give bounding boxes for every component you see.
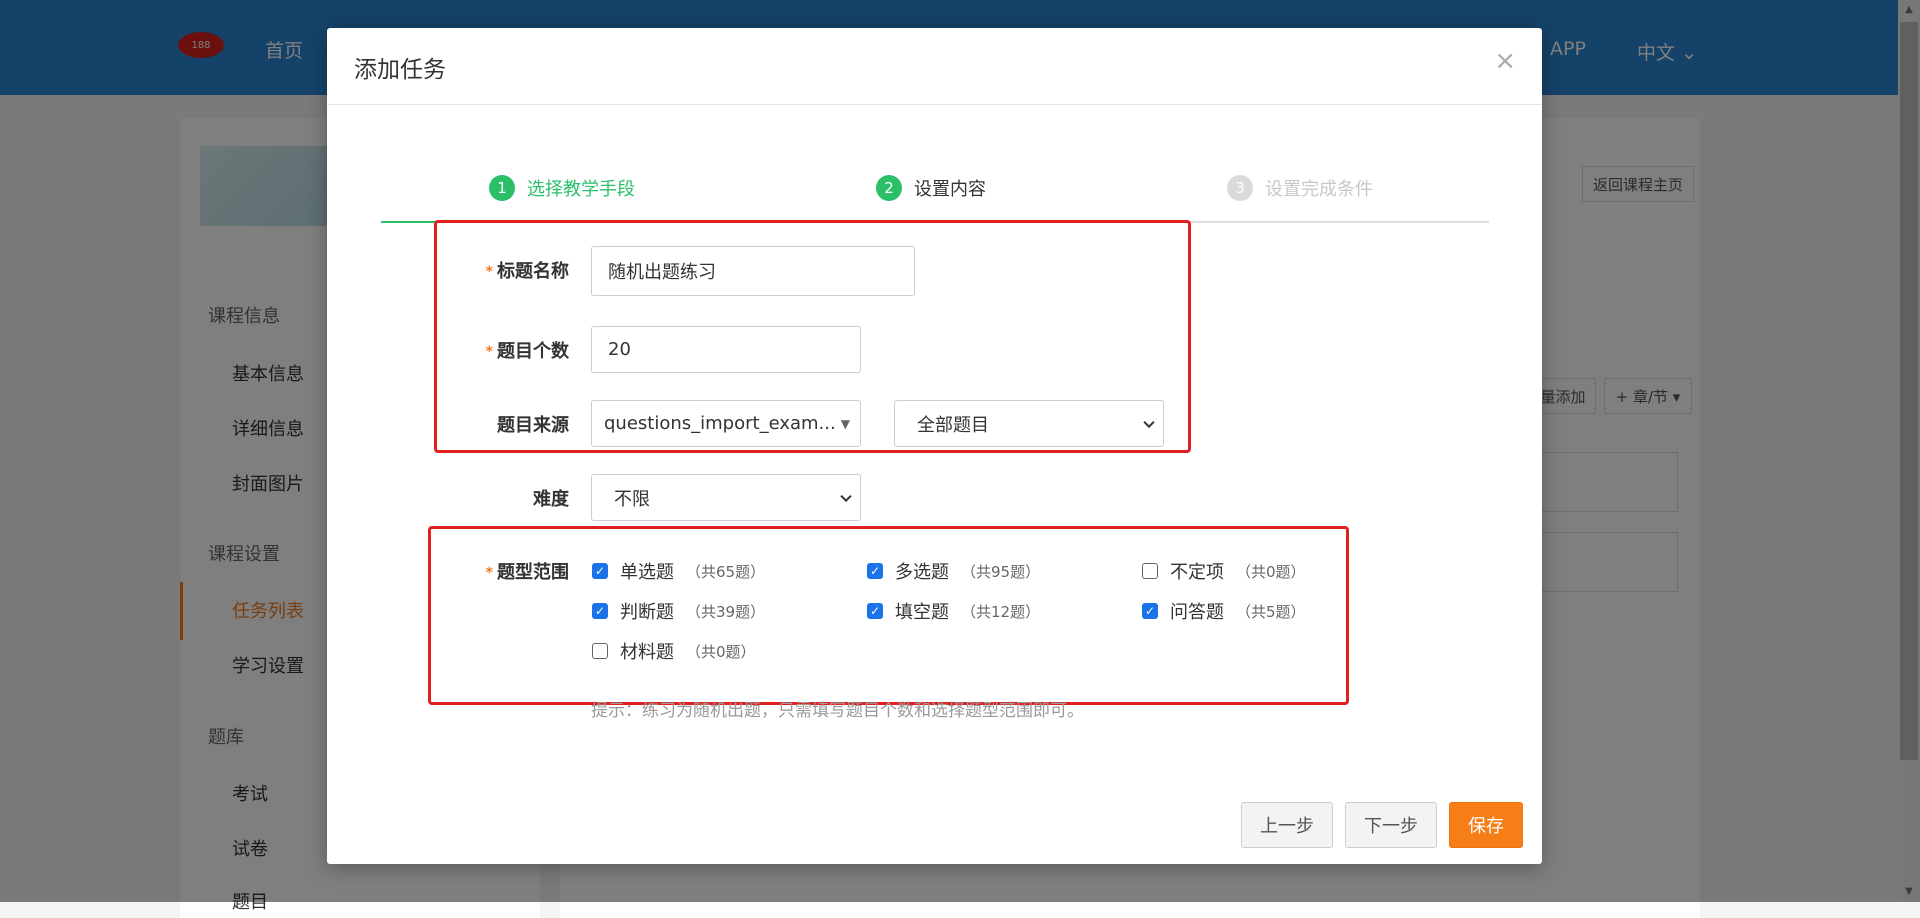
step-1[interactable]: 1 选择教学手段 <box>489 175 635 201</box>
checkbox-checked-icon[interactable]: ✓ <box>1142 603 1158 619</box>
question-count-label: * 题目个数 <box>409 337 569 363</box>
type-option-count: （共5题） <box>1236 602 1306 621</box>
checkbox-checked-icon[interactable]: ✓ <box>867 563 883 579</box>
type-checkbox-essay[interactable]: ✓ 问答题 （共5题） <box>1142 598 1306 624</box>
chevron-down-icon <box>840 490 852 502</box>
required-mark: * <box>485 264 493 280</box>
next-step-button[interactable]: 下一步 <box>1345 802 1437 848</box>
type-option-count: （共95题） <box>961 562 1041 581</box>
question-scope-value: 全部题目 <box>917 414 989 436</box>
required-mark: * <box>485 565 493 581</box>
step-label: 设置内容 <box>914 179 986 200</box>
question-count-input[interactable]: 20 <box>591 326 861 373</box>
checkbox-checked-icon[interactable]: ✓ <box>867 603 883 619</box>
modal-title: 添加任务 <box>354 57 446 83</box>
type-option-label: 问答题 <box>1170 602 1224 623</box>
type-checkbox-indefinite[interactable]: 不定项 （共0题） <box>1142 558 1306 584</box>
question-source-label: 题目来源 <box>497 415 569 436</box>
difficulty-value: 不限 <box>614 488 650 510</box>
step-number: 1 <box>489 175 515 201</box>
step-2[interactable]: 2 设置内容 <box>876 175 986 201</box>
step-number: 3 <box>1227 175 1253 201</box>
checkbox-checked-icon[interactable]: ✓ <box>592 603 608 619</box>
save-button[interactable]: 保存 <box>1449 802 1523 848</box>
question-bank-value: questions_import_exam... <box>604 413 836 434</box>
type-option-label: 判断题 <box>620 602 674 623</box>
checkbox-checked-icon[interactable]: ✓ <box>592 563 608 579</box>
type-option-count: （共65题） <box>686 562 766 581</box>
type-option-label: 不定项 <box>1170 562 1224 583</box>
modal-header-divider <box>327 104 1542 105</box>
type-checkbox-multiple-choice[interactable]: ✓ 多选题 （共95题） <box>867 558 1040 584</box>
difficulty-label: 难度 <box>533 489 569 510</box>
difficulty-select[interactable]: 不限 <box>591 474 861 521</box>
type-option-count: （共12题） <box>961 602 1041 621</box>
checkbox-unchecked-icon[interactable] <box>1142 563 1158 579</box>
type-option-label: 材料题 <box>620 642 674 663</box>
step-progress: 1 选择教学手段 2 设置内容 3 设置完成条件 <box>381 146 1489 226</box>
required-mark: * <box>485 344 493 360</box>
type-option-count: （共39题） <box>686 602 766 621</box>
type-range-label: * 题型范围 <box>409 558 569 584</box>
step-label: 设置完成条件 <box>1265 179 1373 200</box>
step-label: 选择教学手段 <box>527 179 635 200</box>
add-task-modal: 添加任务 × 1 选择教学手段 2 设置内容 3 设置完成条件 * 标题名称 随机… <box>327 28 1542 864</box>
title-name-input[interactable]: 随机出题练习 <box>591 246 915 296</box>
step-number: 2 <box>876 175 902 201</box>
prev-step-button[interactable]: 上一步 <box>1241 802 1333 848</box>
type-checkbox-material[interactable]: 材料题 （共0题） <box>592 638 756 664</box>
type-range-label-text: 题型范围 <box>497 562 569 583</box>
type-option-label: 填空题 <box>895 602 949 623</box>
title-name-label-text: 标题名称 <box>497 261 569 282</box>
type-checkbox-true-false[interactable]: ✓ 判断题 （共39题） <box>592 598 765 624</box>
question-scope-select[interactable]: 全部题目 <box>894 400 1164 447</box>
type-option-label: 单选题 <box>620 562 674 583</box>
step-3: 3 设置完成条件 <box>1227 175 1373 201</box>
title-name-label: * 标题名称 <box>409 257 569 283</box>
chevron-down-icon <box>1143 416 1155 428</box>
question-bank-select[interactable]: questions_import_exam... ▼ <box>591 400 861 447</box>
type-checkbox-fill-blank[interactable]: ✓ 填空题 （共12题） <box>867 598 1040 624</box>
type-option-label: 多选题 <box>895 562 949 583</box>
type-checkbox-single-choice[interactable]: ✓ 单选题 （共65题） <box>592 558 765 584</box>
question-count-label-text: 题目个数 <box>497 341 569 362</box>
type-option-count: （共0题） <box>686 642 756 661</box>
close-icon[interactable]: × <box>1494 46 1516 76</box>
caret-down-icon: ▼ <box>840 416 850 431</box>
checkbox-unchecked-icon[interactable] <box>592 643 608 659</box>
form-hint: 提示：练习为随机出题，只需填写题目个数和选择题型范围即可。 <box>591 701 1084 721</box>
type-option-count: （共0题） <box>1236 562 1306 581</box>
